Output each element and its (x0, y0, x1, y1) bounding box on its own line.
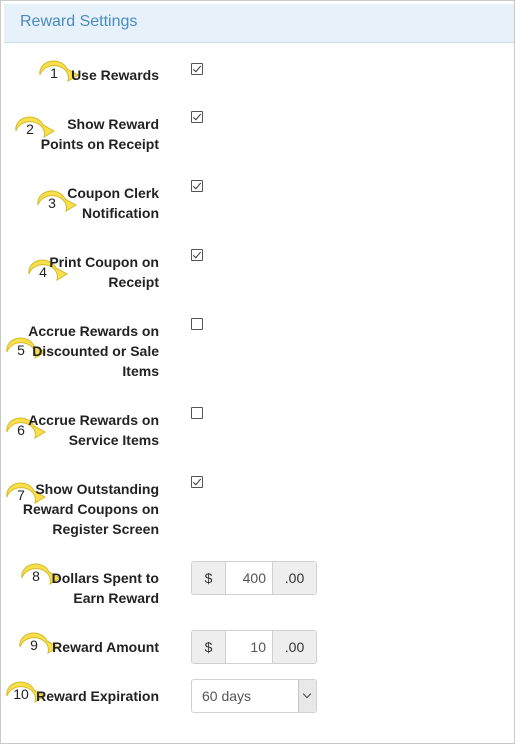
callout-number: 8 (32, 568, 40, 584)
reward-amount-input-group: $ 10 .00 (191, 630, 317, 664)
check-icon (192, 180, 202, 190)
label-reward-amount: Reward Amount (52, 639, 159, 655)
label-accrue-service: Accrue Rewards on Service Items (28, 412, 159, 448)
panel-title: Reward Settings (20, 13, 138, 30)
panel-header: Reward Settings (4, 4, 514, 43)
coupon-clerk-checkbox[interactable] (191, 180, 203, 192)
label-show-reward-points: Show Reward Points on Receipt (40, 116, 159, 152)
print-coupon-checkbox[interactable] (191, 249, 203, 261)
chevron-down-icon (302, 689, 312, 699)
callout-number: 10 (13, 686, 29, 702)
reward-amount-input[interactable]: 10 (226, 631, 272, 663)
check-icon (192, 111, 202, 121)
label-print-coupon: Print Coupon on Receipt (49, 254, 159, 290)
label-accrue-discounted: Accrue Rewards on Discounted or Sale Items (28, 323, 159, 379)
show-reward-points-checkbox[interactable] (191, 111, 203, 123)
label-reward-expiration: Reward Expiration (36, 688, 159, 704)
dollars-spent-input-group: $ 400 .00 (191, 561, 317, 595)
check-icon (192, 63, 202, 73)
accrue-service-checkbox[interactable] (191, 407, 203, 419)
callout-9: 9 (17, 632, 60, 662)
accrue-discounted-checkbox[interactable] (191, 318, 203, 330)
show-outstanding-checkbox[interactable] (191, 476, 203, 488)
callout-number: 3 (48, 195, 56, 211)
label-coupon-clerk: Coupon Clerk Notification (67, 185, 159, 221)
reward-settings-panel: Reward Settings 1 Use Rewards 2 Show Rew… (0, 0, 515, 744)
currency-prefix: $ (192, 631, 226, 663)
cents-suffix: .00 (272, 562, 316, 594)
currency-prefix: $ (192, 562, 226, 594)
cents-suffix: .00 (272, 631, 316, 663)
callout-number: 1 (50, 65, 58, 81)
label-show-outstanding: Show Outstanding Reward Coupons on Registe… (22, 481, 159, 537)
dropdown-button[interactable] (298, 680, 316, 712)
reward-expiration-select[interactable]: 60 days (191, 679, 317, 713)
callout-number: 9 (30, 637, 38, 653)
reward-expiration-value: 60 days (202, 688, 252, 704)
use-rewards-checkbox[interactable] (191, 63, 203, 75)
label-dollars-spent: Dollars Spent to Earn Reward (51, 570, 159, 606)
check-icon (192, 476, 202, 486)
dollars-spent-input[interactable]: 400 (226, 562, 272, 594)
check-icon (192, 249, 202, 259)
label-use-rewards: Use Rewards (71, 67, 159, 83)
